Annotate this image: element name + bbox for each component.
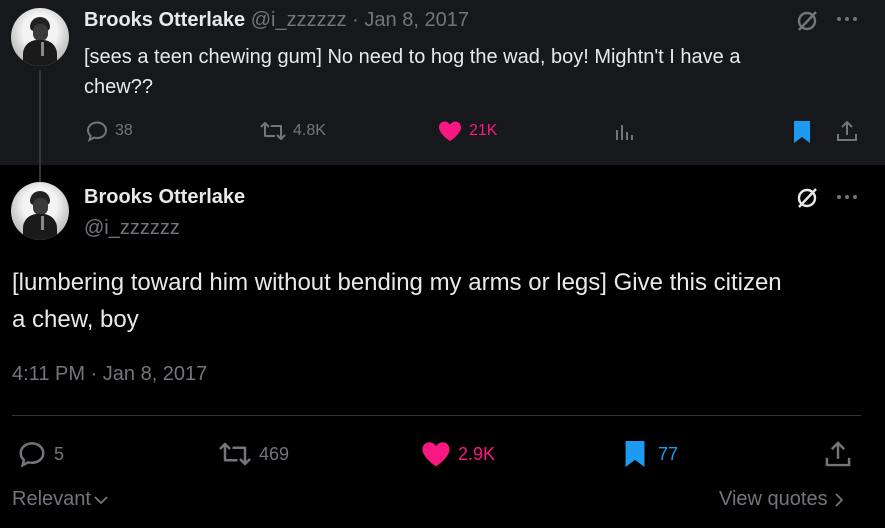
share-icon[interactable] xyxy=(822,438,854,475)
reply-count: 38 xyxy=(115,122,133,139)
avatar[interactable] xyxy=(11,182,69,240)
analytics-icon[interactable] xyxy=(612,120,636,149)
display-name[interactable]: Brooks Otterlake xyxy=(84,186,245,209)
dot-separator: · xyxy=(352,9,359,31)
like-count: 2.9K xyxy=(458,443,496,464)
heart-icon xyxy=(422,442,450,467)
bookmark-icon[interactable] xyxy=(791,119,813,150)
tweet-text-line: a chew, boy xyxy=(12,306,139,333)
reply-button[interactable]: 38 xyxy=(85,119,133,143)
heart-icon xyxy=(439,121,461,141)
repost-count: 469 xyxy=(259,443,290,464)
grok-icon[interactable] xyxy=(794,8,820,34)
reply-button[interactable]: 5 xyxy=(16,439,64,469)
tweet-text-line: chew?? xyxy=(84,76,153,98)
handle[interactable]: @i_zzzzzz xyxy=(251,9,347,31)
tweet-text: [lumbering toward him without bending my… xyxy=(12,264,782,338)
repost-icon xyxy=(260,122,286,140)
handle[interactable]: @i_zzzzzz xyxy=(84,217,180,240)
avatar[interactable] xyxy=(11,8,69,66)
tweet-timestamp[interactable]: 4:11 PM · Jan 8, 2017 xyxy=(12,363,207,386)
repost-icon xyxy=(219,442,251,466)
tweet-text-line: [sees a teen chewing gum] No need to hog… xyxy=(84,46,741,68)
grok-icon[interactable] xyxy=(794,185,820,211)
share-icon[interactable] xyxy=(834,118,860,149)
display-name[interactable]: Brooks Otterlake xyxy=(84,9,245,31)
bookmark-icon xyxy=(625,441,645,467)
divider xyxy=(12,415,861,416)
sort-dropdown[interactable]: Relevant xyxy=(12,488,108,511)
repost-button[interactable]: 469 xyxy=(217,439,289,469)
like-button[interactable]: 2.9K xyxy=(420,439,495,469)
like-button[interactable]: 21K xyxy=(437,119,497,143)
sort-label: Relevant xyxy=(12,488,91,510)
reply-count: 5 xyxy=(54,443,65,464)
more-options-icon[interactable] xyxy=(835,189,859,205)
view-quotes-label: View quotes xyxy=(719,488,828,510)
more-options-icon[interactable] xyxy=(835,11,859,27)
repost-count: 4.8K xyxy=(293,122,326,139)
bookmark-count: 77 xyxy=(658,443,679,464)
parent-tweet[interactable]: Brooks Otterlake @i_zzzzzz · Jan 8, 2017… xyxy=(0,0,885,165)
chevron-down-icon xyxy=(94,495,108,504)
tweet-header: Brooks Otterlake @i_zzzzzz · Jan 8, 2017 xyxy=(84,9,469,32)
chevron-right-icon xyxy=(834,492,843,507)
bookmark-button[interactable]: 77 xyxy=(622,438,678,470)
reply-icon xyxy=(86,121,108,142)
main-tweet: Brooks Otterlake @i_zzzzzz [lumbering to… xyxy=(0,165,885,415)
reply-icon xyxy=(19,442,45,468)
view-quotes-link[interactable]: View quotes xyxy=(719,488,843,511)
repost-button[interactable]: 4.8K xyxy=(259,119,326,143)
tweet-text: [sees a teen chewing gum] No need to hog… xyxy=(84,42,740,102)
like-count: 21K xyxy=(469,122,498,139)
tweet-text-line: [lumbering toward him without bending my… xyxy=(12,269,782,296)
tweet-date[interactable]: Jan 8, 2017 xyxy=(364,9,469,31)
